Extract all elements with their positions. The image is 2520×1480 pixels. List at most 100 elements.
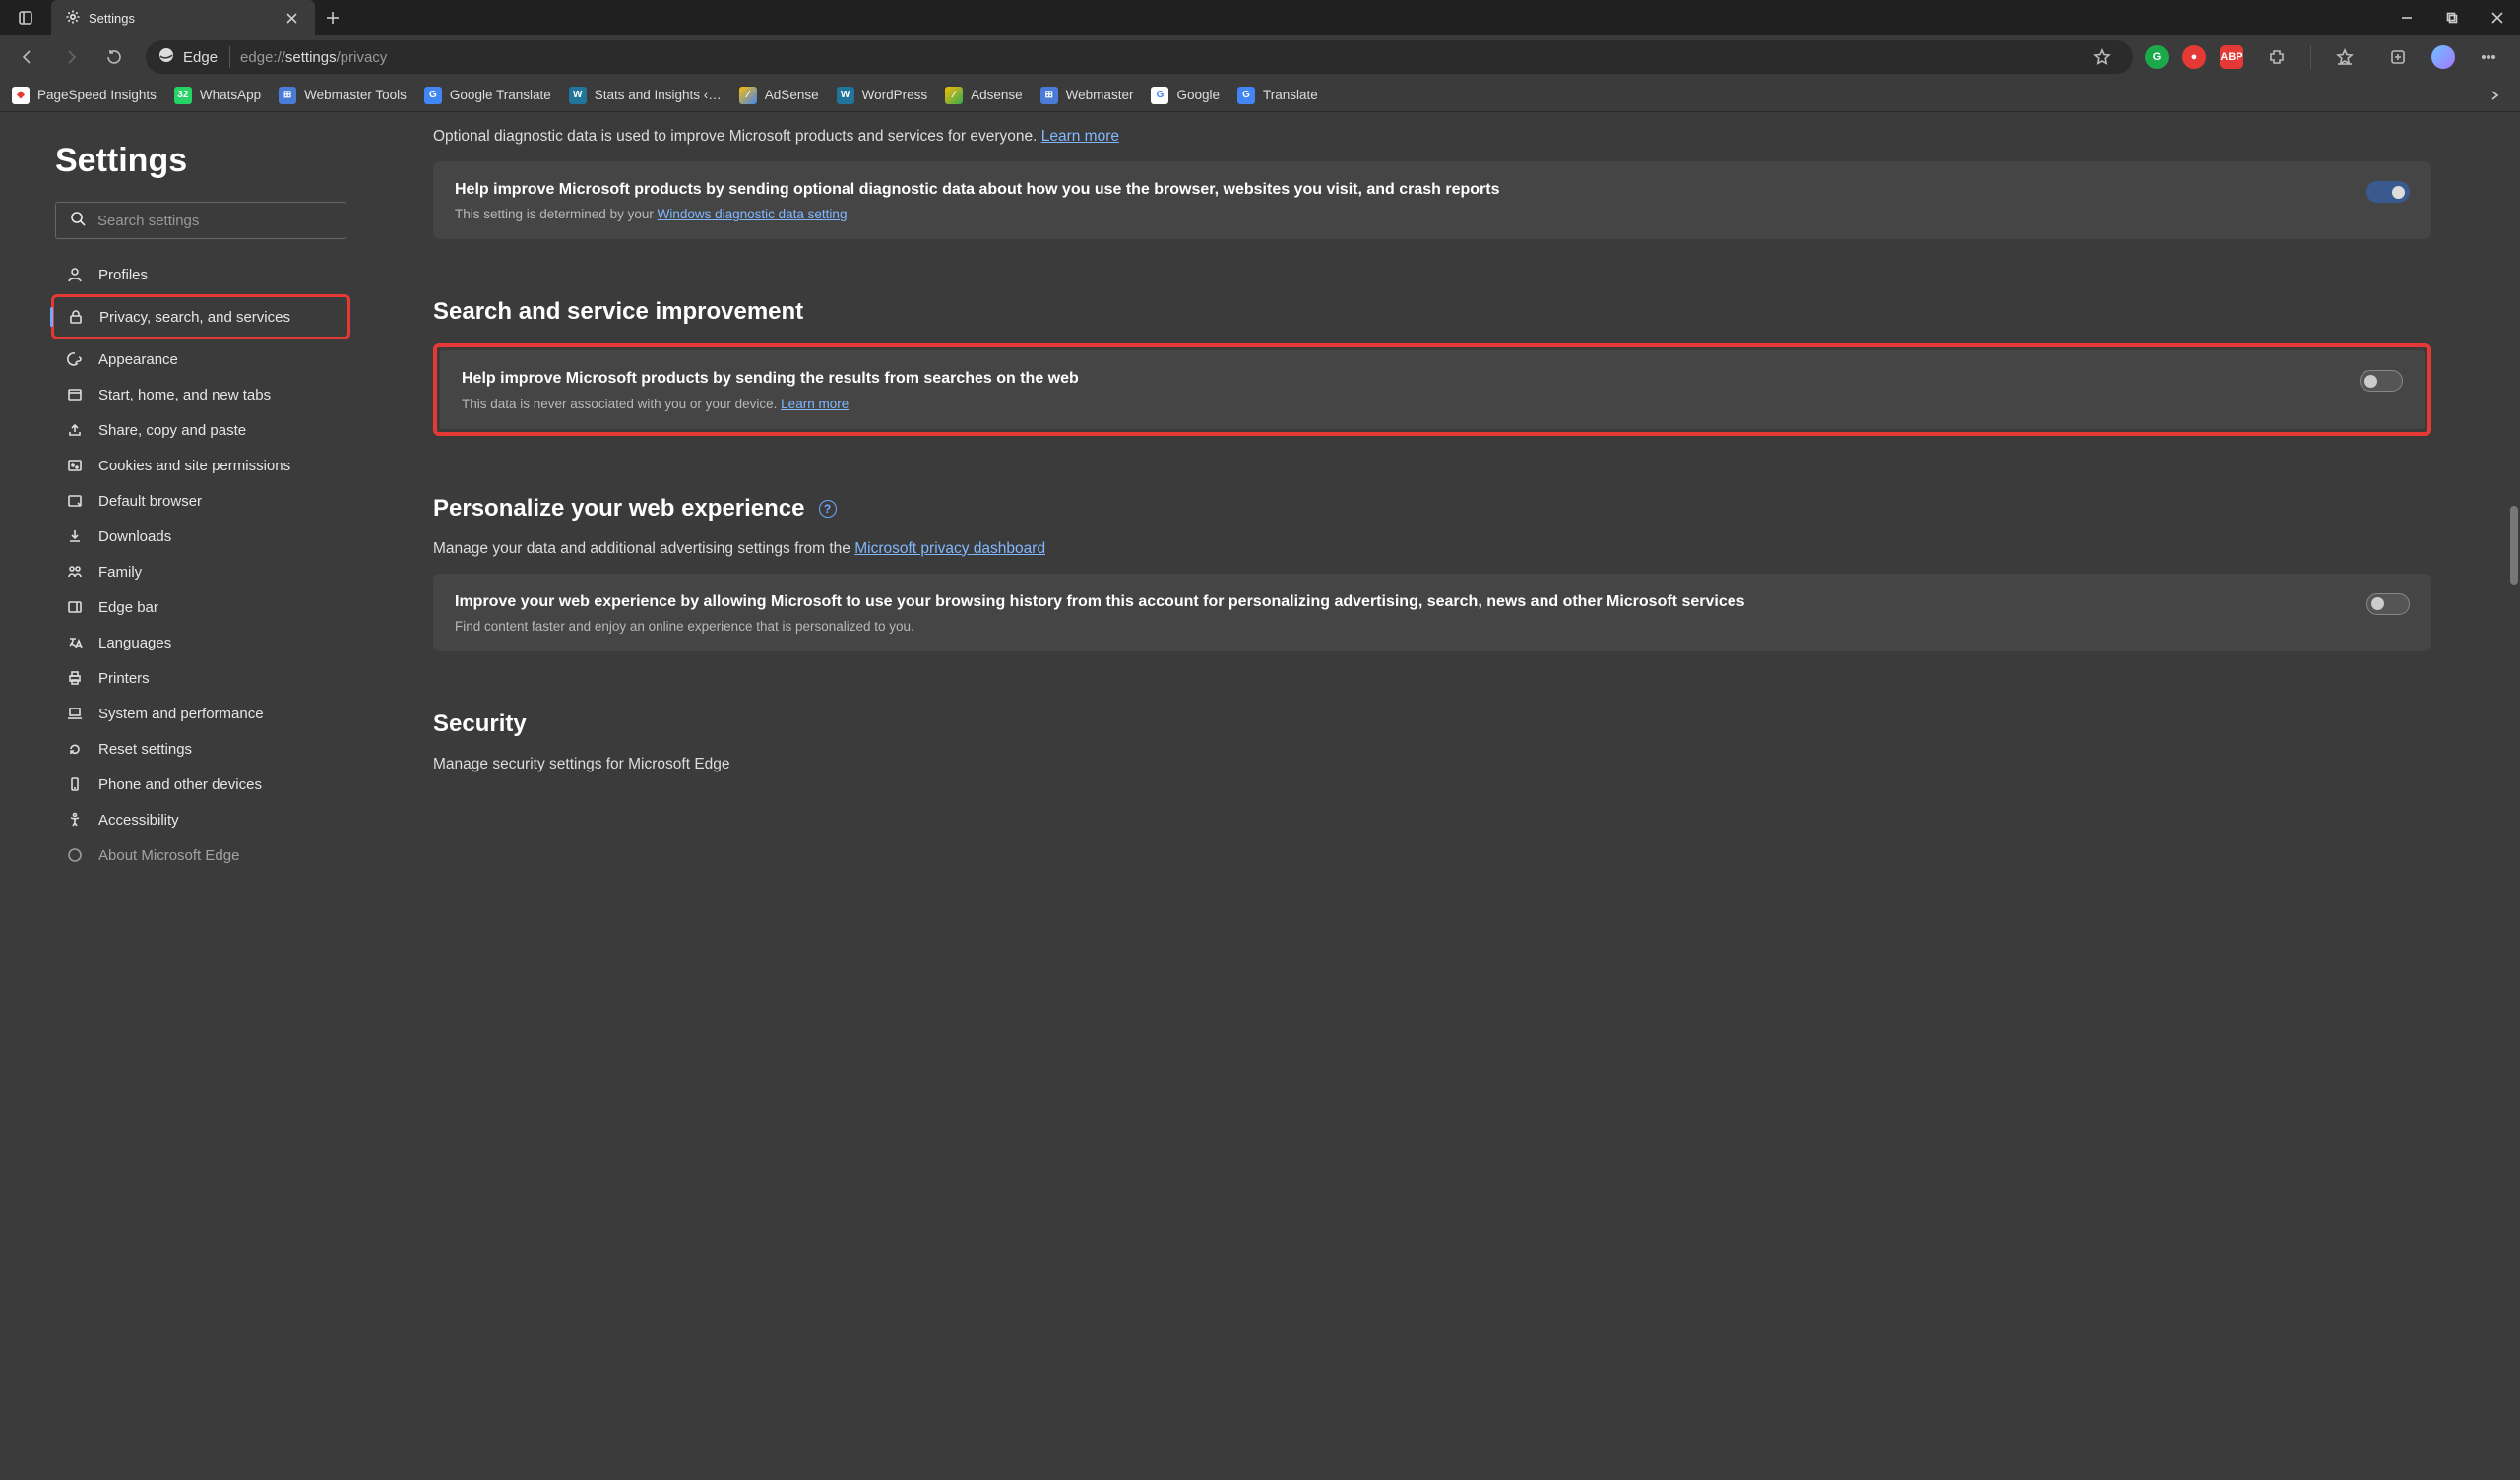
favorites-button[interactable]	[2325, 37, 2364, 77]
personalize-card-title: Improve your web experience by allowing …	[455, 591, 2343, 613]
browser-icon	[65, 493, 85, 509]
sidebar-item-accessibility[interactable]: Accessibility	[55, 802, 346, 837]
personalize-description: Manage your data and additional advertis…	[433, 540, 2431, 558]
help-icon[interactable]: ?	[819, 500, 837, 518]
sidebar-item-printers[interactable]: Printers	[55, 660, 346, 696]
laptop-icon	[65, 706, 85, 721]
search-icon	[70, 211, 86, 231]
bookmark-item[interactable]: ∕AdSense	[739, 87, 819, 104]
bookmark-item[interactable]: WStats and Insights ‹…	[569, 87, 722, 104]
sidebar-item-cookies[interactable]: Cookies and site permissions	[55, 448, 346, 483]
search-card-subtitle: This data is never associated with you o…	[462, 397, 2336, 411]
site-identity[interactable]: Edge	[158, 46, 230, 68]
bookmark-item[interactable]: GGoogle	[1151, 87, 1220, 104]
sidebar-item-about[interactable]: About Microsoft Edge	[55, 837, 346, 873]
windows-diag-link[interactable]: Windows diagnostic data setting	[658, 207, 848, 221]
diag-learn-more-link[interactable]: Learn more	[1041, 128, 1119, 145]
bookmarks-overflow-button[interactable]	[2481, 82, 2508, 109]
profile-avatar[interactable]	[2431, 45, 2455, 69]
sidebar-item-appearance[interactable]: Appearance	[55, 341, 346, 377]
diag-card-title: Help improve Microsoft products by sendi…	[455, 179, 2343, 201]
window-controls	[2384, 0, 2520, 35]
address-bar[interactable]: Edge edge://settings/privacy	[146, 40, 2133, 74]
security-description: Manage security settings for Microsoft E…	[433, 756, 2431, 773]
bookmark-item[interactable]: ∕Adsense	[945, 87, 1023, 104]
forward-button[interactable]	[51, 37, 91, 77]
collections-button[interactable]	[2378, 37, 2418, 77]
tab-title: Settings	[89, 11, 135, 26]
phone-icon	[65, 776, 85, 792]
cookie-icon	[65, 458, 85, 473]
personalize-toggle[interactable]	[2366, 593, 2410, 615]
security-heading: Security	[433, 710, 2431, 738]
ext-pin-icon[interactable]: ●	[2182, 45, 2206, 69]
ext-grammarly-icon[interactable]: G	[2145, 45, 2169, 69]
back-button[interactable]	[8, 37, 47, 77]
diag-card: Help improve Microsoft products by sendi…	[433, 161, 2431, 239]
search-card-title: Help improve Microsoft products by sendi…	[462, 368, 2336, 390]
extensions-area: G ● ABP	[2145, 37, 2512, 77]
more-menu-button[interactable]	[2469, 37, 2508, 77]
search-improvement-toggle[interactable]	[2360, 370, 2403, 392]
sidebar-item-privacy[interactable]: Privacy, search, and services	[56, 299, 346, 335]
download-icon	[65, 528, 85, 544]
sidebar-item-phone[interactable]: Phone and other devices	[55, 767, 346, 802]
lock-icon	[66, 309, 86, 325]
reset-icon	[65, 741, 85, 757]
share-icon	[65, 422, 85, 438]
ext-abp-icon[interactable]: ABP	[2220, 45, 2243, 69]
bookmark-item[interactable]: GTranslate	[1237, 87, 1318, 104]
tab-actions-button[interactable]	[0, 0, 51, 35]
search-improvement-card: Help improve Microsoft products by sendi…	[440, 350, 2425, 428]
bookmark-item[interactable]: GGoogle Translate	[424, 87, 551, 104]
minimize-button[interactable]	[2384, 0, 2429, 35]
search-settings-input[interactable]	[97, 213, 332, 229]
bookmark-item[interactable]: WWordPress	[837, 87, 928, 104]
bookmark-item[interactable]: ◆PageSpeed Insights	[12, 87, 157, 104]
refresh-button[interactable]	[94, 37, 134, 77]
close-window-button[interactable]	[2475, 0, 2520, 35]
personalize-heading: Personalize your web experience ?	[433, 495, 2431, 523]
bookmark-item[interactable]: ⊞Webmaster Tools	[279, 87, 407, 104]
settings-main: Optional diagnostic data is used to impr…	[374, 112, 2520, 1480]
search-learn-more-link[interactable]: Learn more	[781, 397, 849, 411]
sidebar-item-start[interactable]: Start, home, and new tabs	[55, 377, 346, 412]
search-improvement-heading: Search and service improvement	[433, 298, 2431, 326]
content-area: Settings Profiles Privacy, search, and s…	[0, 112, 2520, 1480]
diag-card-subtitle: This setting is determined by your Windo…	[455, 207, 2343, 221]
personalize-card: Improve your web experience by allowing …	[433, 574, 2431, 651]
privacy-dashboard-link[interactable]: Microsoft privacy dashboard	[854, 540, 1045, 557]
settings-sidebar: Settings Profiles Privacy, search, and s…	[0, 112, 374, 1480]
sidebar-item-languages[interactable]: Languages	[55, 625, 346, 660]
bookmark-item[interactable]: 32WhatsApp	[174, 87, 261, 104]
accessibility-icon	[65, 812, 85, 828]
settings-title: Settings	[55, 142, 346, 180]
titlebar: Settings	[0, 0, 2520, 35]
scrollbar-thumb[interactable]	[2510, 506, 2518, 585]
close-tab-button[interactable]	[280, 6, 303, 30]
sidebar-item-default-browser[interactable]: Default browser	[55, 483, 346, 519]
bookmark-item[interactable]: ⊞Webmaster	[1040, 87, 1134, 104]
sidebar-item-downloads[interactable]: Downloads	[55, 519, 346, 554]
search-settings-box[interactable]	[55, 202, 346, 239]
diag-description: Optional diagnostic data is used to impr…	[433, 128, 2431, 146]
search-improvement-highlight: Help improve Microsoft products by sendi…	[433, 343, 2431, 435]
sidebar-item-edge-bar[interactable]: Edge bar	[55, 589, 346, 625]
url-text: edge://settings/privacy	[240, 49, 387, 66]
sidebar-item-family[interactable]: Family	[55, 554, 346, 589]
window-icon	[65, 387, 85, 402]
sidebar-item-reset[interactable]: Reset settings	[55, 731, 346, 767]
sidebar-item-profiles[interactable]: Profiles	[55, 257, 346, 292]
toolbar: Edge edge://settings/privacy G ● ABP	[0, 35, 2520, 79]
tab-settings[interactable]: Settings	[51, 0, 315, 35]
maximize-button[interactable]	[2429, 0, 2475, 35]
extensions-button[interactable]	[2257, 37, 2297, 77]
sidebar-icon	[65, 599, 85, 615]
sidebar-item-share[interactable]: Share, copy and paste	[55, 412, 346, 448]
diag-toggle[interactable]	[2366, 181, 2410, 203]
sidebar-item-system[interactable]: System and performance	[55, 696, 346, 731]
personalize-card-subtitle: Find content faster and enjoy an online …	[455, 619, 2343, 634]
bookmarks-bar: ◆PageSpeed Insights 32WhatsApp ⊞Webmaste…	[0, 79, 2520, 112]
new-tab-button[interactable]	[315, 0, 350, 35]
favorite-button[interactable]	[2082, 37, 2121, 77]
